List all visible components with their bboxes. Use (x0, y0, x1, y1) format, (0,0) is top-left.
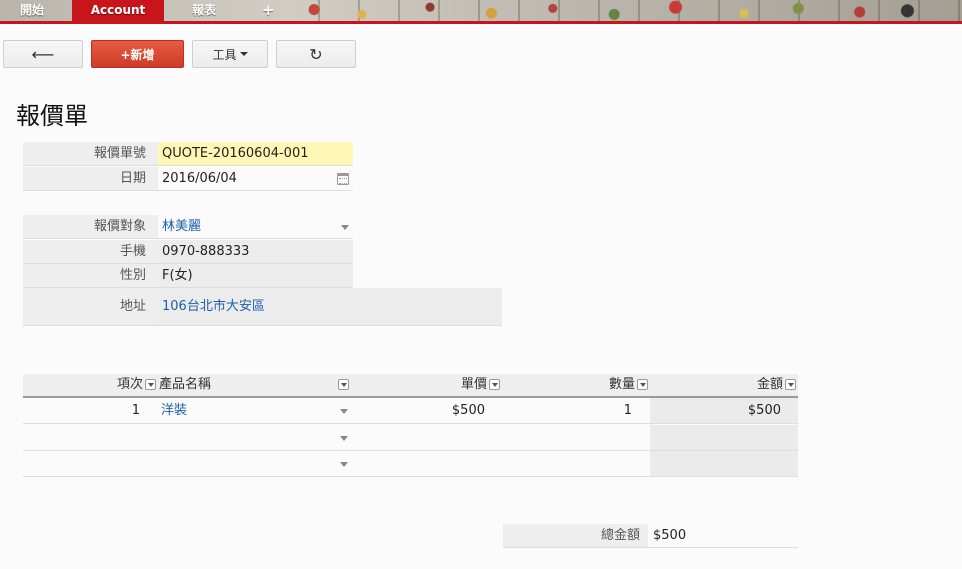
table-row: 1 洋裝 $500 1 $500 (23, 398, 798, 424)
address-value[interactable]: 106台北市大安區 (158, 288, 502, 325)
date-value: 2016/06/04 (162, 171, 237, 186)
nav-tab-start[interactable]: 開始 (10, 0, 54, 21)
col-header-product[interactable]: 產品名稱 (159, 374, 349, 396)
arrow-left-icon: ⟵ (31, 44, 55, 64)
nav-add-tab-button[interactable]: + (252, 0, 285, 21)
col-header-label: 金額 (756, 377, 783, 392)
chevron-down-icon[interactable] (340, 436, 348, 441)
chevron-down-icon[interactable] (340, 409, 348, 414)
field-gender: 性別 F(女) (23, 264, 353, 288)
col-header-label: 項次 (116, 377, 143, 392)
sort-dropdown-icon[interactable] (785, 379, 796, 390)
amount-cell-bg (650, 425, 798, 450)
table-row (23, 451, 798, 477)
cell-qty[interactable]: 1 (503, 398, 632, 424)
back-button[interactable]: ⟵ (3, 40, 83, 68)
field-label: 性別 (23, 264, 158, 287)
gender-value: F(女) (158, 264, 353, 287)
total-label: 總金額 (503, 524, 648, 547)
col-header-label: 數量 (608, 377, 635, 392)
table-row (23, 425, 798, 451)
refresh-icon: ↻ (309, 44, 323, 64)
sort-dropdown-icon[interactable] (145, 379, 156, 390)
sort-dropdown-icon[interactable] (637, 379, 648, 390)
field-mobile: 手機 0970-888333 (23, 240, 353, 264)
total-value: $500 (653, 528, 687, 543)
col-header-qty[interactable]: 數量 (503, 374, 648, 396)
field-date: 日期 2016/06/04 (23, 167, 353, 191)
col-header-unit-price[interactable]: 單價 (353, 374, 500, 396)
cell-product[interactable]: 洋裝 (161, 398, 187, 424)
sort-dropdown-icon[interactable] (489, 379, 500, 390)
add-new-button[interactable]: +新增 (91, 40, 184, 68)
refresh-button[interactable]: ↻ (276, 40, 356, 68)
tools-label: 工具 (212, 47, 237, 62)
field-target: 報價對象 林美麗 (23, 215, 353, 239)
caret-down-icon (239, 52, 248, 56)
amount-cell-bg (650, 451, 798, 476)
field-label: 手機 (23, 240, 158, 263)
col-header-label: 產品名稱 (159, 377, 212, 392)
col-header-item[interactable]: 項次 (23, 374, 156, 396)
cell-amount: $500 (747, 403, 781, 418)
sort-dropdown-icon[interactable] (338, 379, 349, 390)
field-label: 地址 (23, 288, 158, 325)
field-address: 地址 106台北市大安區 (23, 288, 502, 326)
cell-unit-price[interactable]: $500 (353, 398, 485, 424)
target-value: 林美麗 (162, 219, 202, 234)
mobile-value: 0970-888333 (158, 240, 353, 263)
quote-no-input[interactable]: QUOTE-20160604-001 (158, 142, 353, 165)
page-title: 報價單 (16, 102, 88, 130)
nav-tab-account[interactable]: Account (72, 0, 164, 21)
target-select[interactable]: 林美麗 (158, 215, 353, 238)
chevron-down-icon[interactable] (341, 225, 349, 230)
total-row: 總金額 $500 (503, 524, 798, 548)
field-label: 日期 (23, 167, 158, 190)
col-header-label: 單價 (460, 377, 487, 392)
tools-dropdown-button[interactable]: 工具 (192, 40, 268, 68)
nav-banner-image (280, 0, 962, 21)
nav-tab-report[interactable]: 報表 (182, 0, 226, 21)
field-quote-no: 報價單號 QUOTE-20160604-001 (23, 142, 353, 166)
chevron-down-icon[interactable] (340, 462, 348, 467)
calendar-icon[interactable] (337, 173, 349, 185)
date-input[interactable]: 2016/06/04 (158, 167, 353, 190)
cell-item: 1 (131, 403, 140, 418)
col-header-amount[interactable]: 金額 (650, 374, 796, 396)
field-label: 報價對象 (23, 215, 158, 238)
top-nav-bar: 開始 Account 報表 + (0, 0, 962, 24)
items-table-header: 項次 產品名稱 單價 數量 金額 (23, 374, 798, 398)
field-label: 報價單號 (23, 142, 158, 165)
